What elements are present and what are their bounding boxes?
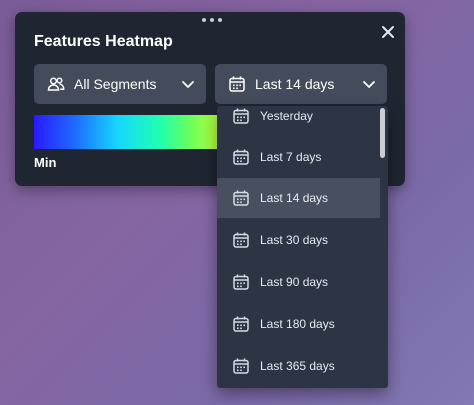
option-last-180-days[interactable]: Last 180 days xyxy=(217,304,380,344)
chevron-down-icon xyxy=(181,77,195,91)
segments-select[interactable]: All Segments xyxy=(34,64,206,104)
calendar-icon xyxy=(232,189,250,207)
option-label: Last 365 days xyxy=(260,359,335,373)
calendar-icon xyxy=(232,357,250,375)
date-range-select[interactable]: Last 14 days xyxy=(215,64,387,104)
option-label: Yesterday xyxy=(260,109,313,123)
option-last-7-days[interactable]: Last 7 days xyxy=(217,137,380,177)
option-label: Last 180 days xyxy=(260,317,335,331)
option-label: Last 7 days xyxy=(260,150,322,164)
date-range-select-label: Last 14 days xyxy=(255,76,335,92)
option-last-30-days[interactable]: Last 30 days xyxy=(217,220,380,260)
option-last-14-days[interactable]: Last 14 days xyxy=(217,178,380,218)
legend-min-label: Min xyxy=(34,155,57,170)
date-range-dropdown: Yesterday Last 7 days Last 14 days Last … xyxy=(217,106,388,388)
segments-select-label: All Segments xyxy=(74,76,157,92)
dropdown-scrollbar[interactable] xyxy=(380,108,385,158)
calendar-icon xyxy=(232,107,250,125)
option-yesterday[interactable]: Yesterday xyxy=(217,106,380,136)
close-icon[interactable] xyxy=(379,23,397,41)
option-last-90-days[interactable]: Last 90 days xyxy=(217,262,380,302)
calendar-icon xyxy=(228,75,246,93)
calendar-icon xyxy=(232,273,250,291)
users-icon xyxy=(47,76,65,92)
heatmap-legend-gradient xyxy=(34,115,219,149)
option-label: Last 90 days xyxy=(260,275,329,289)
chevron-down-icon xyxy=(362,77,376,91)
calendar-icon xyxy=(232,148,250,166)
drag-handle-icon[interactable] xyxy=(202,18,222,22)
option-label: Last 14 days xyxy=(260,191,329,205)
panel-title: Features Heatmap xyxy=(34,33,173,50)
calendar-icon xyxy=(232,315,250,333)
option-label: Last 30 days xyxy=(260,233,329,247)
calendar-icon xyxy=(232,231,250,249)
option-last-365-days[interactable]: Last 365 days xyxy=(217,346,380,386)
